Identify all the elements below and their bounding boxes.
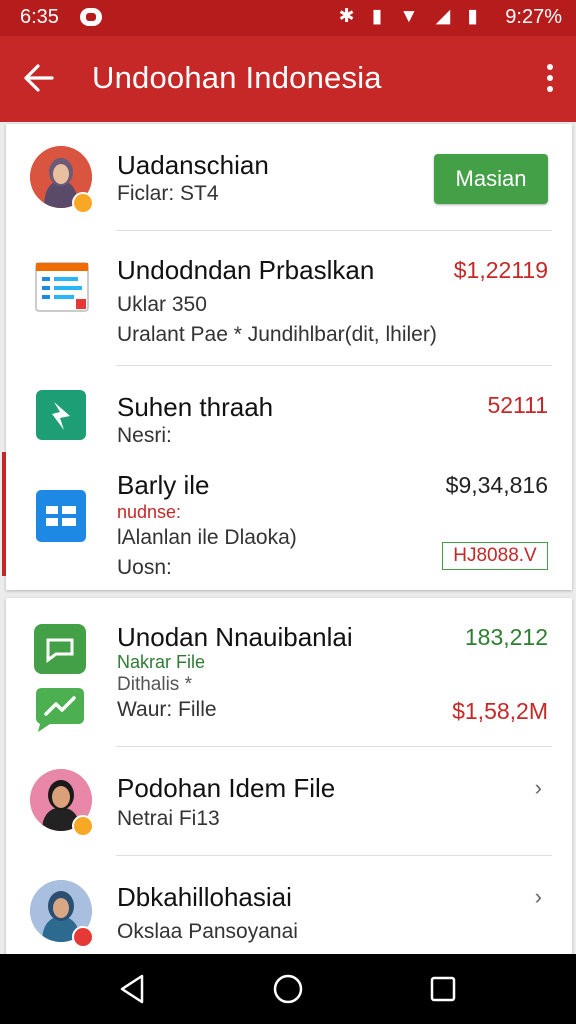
arrow-doc-icon: [34, 388, 88, 442]
item-amount-bottom: $1,58,2M: [452, 698, 548, 724]
item-line1: Dithalis *: [117, 674, 192, 695]
item-sub: Netrai Fi13: [117, 807, 220, 830]
status-bar: 6:35 ✱ ▮ ▼ ◢ ▮ 9:27%: [0, 0, 576, 36]
list-item[interactable]: Podohan Idem File Netrai Fi13 ›: [6, 747, 572, 855]
list-item[interactable]: Suhen thraah Nesri: 52111: [6, 366, 572, 456]
recents-square-icon[interactable]: [426, 972, 460, 1006]
status-time: 6:35: [20, 6, 59, 28]
item-line1: lAlanlan ile Dlaoka): [117, 526, 297, 549]
item-amount: $9,34,816: [445, 472, 548, 498]
chevron-right-icon[interactable]: ›: [535, 775, 542, 801]
item-title: Podohan Idem File: [117, 773, 336, 803]
list-item[interactable]: Dbkahillohasiai Okslaa Pansoyanai ›: [6, 856, 572, 958]
item-line1: Nesri:: [117, 424, 172, 447]
status-battery-text: 9:27%: [505, 6, 562, 28]
item-line2: Uralant Pae * Jundihlbar(dit, lhiler): [117, 323, 437, 346]
item-title: Undodndan Prbaslkan: [117, 255, 375, 285]
app-bar: Undoohan Indonesia: [0, 36, 576, 122]
home-circle-icon[interactable]: [271, 972, 305, 1006]
badge-icon: [72, 926, 94, 948]
profile-name: Uadanschian: [117, 150, 269, 180]
item-title: Suhen thraah: [117, 392, 274, 422]
item-sub: Okslaa Pansoyanai: [117, 920, 298, 943]
item-title: Dbkahillohasiai: [117, 882, 292, 912]
profile-sub: Ficlar: ST4: [117, 182, 219, 205]
list-item[interactable]: Undodndan Prbaslkan Uklar 350 Uralant Pa…: [6, 231, 572, 365]
item-tag: Nakrar File: [117, 652, 206, 672]
document-list-icon: [34, 259, 90, 315]
item-amount-top: 183,212: [464, 624, 548, 650]
list-item[interactable]: Unodan Nnauibanlai Nakrar File Dithalis …: [6, 598, 572, 746]
spreadsheet-icon: [34, 488, 88, 544]
item-line1: Uklar 350: [117, 293, 207, 316]
item-amount: $1,22119: [453, 257, 548, 283]
status-icons: ✱ ▮ ▼ ◢ ▮: [338, 6, 484, 27]
back-triangle-icon[interactable]: [116, 972, 150, 1006]
more-vert-icon[interactable]: [544, 64, 556, 96]
chevron-right-icon[interactable]: ›: [535, 884, 542, 910]
masian-button[interactable]: Masian: [434, 154, 548, 204]
item-title: Unodan Nnauibanlai: [117, 622, 353, 652]
item-amount: 52111: [487, 392, 548, 418]
notification-icon: [80, 8, 102, 26]
selection-indicator: [2, 452, 6, 576]
status-chip: HJ8088.V: [442, 542, 548, 570]
item-line2: Waur: Fille: [117, 698, 217, 721]
trend-chart-icon: [32, 684, 88, 734]
item-title: Barly ile: [117, 470, 210, 500]
item-line2: Uosn:: [117, 556, 172, 579]
profile-header-row[interactable]: Uadanschian Ficlar: ST4 Masian: [6, 124, 572, 230]
list-item[interactable]: Barly ile nudnse: lAlanlan ile Dlaoka) U…: [6, 456, 572, 586]
back-arrow-icon[interactable]: [22, 58, 56, 98]
item-tag: nudnse:: [117, 502, 182, 522]
chat-app-icon: [32, 622, 88, 676]
navigation-bar: [0, 954, 576, 1024]
badge-icon: [72, 192, 94, 214]
badge-icon: [72, 815, 94, 837]
page-title: Undoohan Indonesia: [92, 60, 382, 95]
transactions-card: Uadanschian Ficlar: ST4 Masian Undodndan…: [6, 124, 572, 590]
files-card: Unodan Nnauibanlai Nakrar File Dithalis …: [6, 598, 572, 958]
